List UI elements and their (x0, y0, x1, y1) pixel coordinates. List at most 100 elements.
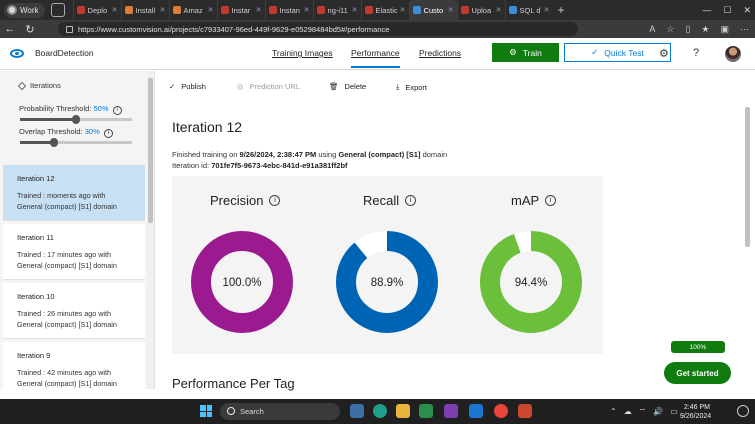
settings-gear-icon[interactable]: ⚙ (659, 47, 669, 60)
iterations-sidebar: Iterations Probability Threshold: 50% i … (0, 71, 155, 389)
windows-start-icon[interactable] (200, 405, 212, 417)
tab-favicon-icon (316, 6, 325, 14)
favorite-icon[interactable]: ☆ (666, 24, 674, 35)
quick-test-label: Quick Test (604, 47, 644, 58)
browser-tab[interactable]: ng-i11 ✕ (312, 0, 361, 20)
minimize-icon[interactable]: — (702, 5, 711, 15)
iteration-item[interactable]: Iteration 9 Trained : 42 minutes ago wit… (3, 342, 145, 389)
volume-icon[interactable]: 🔊 (653, 407, 663, 416)
lock-icon (66, 25, 73, 33)
iterations-header: Iterations (17, 81, 61, 90)
browser-tab[interactable]: Elastic ✕ (360, 0, 409, 20)
probability-threshold-slider[interactable] (20, 115, 132, 124)
collections-icon[interactable]: ▣ (720, 24, 729, 35)
edge-icon[interactable] (373, 404, 387, 418)
refresh-icon[interactable]: ↻ (20, 23, 40, 36)
info-icon[interactable]: i (112, 106, 122, 115)
notifications-icon[interactable] (737, 405, 749, 417)
check-icon: ✓ (169, 82, 176, 91)
iteration-item[interactable]: Iteration 10 Trained : 26 minutes ago wi… (3, 283, 145, 339)
slider-thumb[interactable] (49, 138, 58, 147)
wifi-icon[interactable]: ⌔ (639, 407, 647, 417)
browser-tab[interactable]: Uploa ✕ (456, 0, 505, 20)
info-icon[interactable]: i (269, 195, 281, 206)
tab-predictions[interactable]: Predictions (419, 48, 461, 58)
tab-close-icon[interactable]: ✕ (544, 6, 550, 14)
iteration-item[interactable]: Iteration 12 Trained : moments ago with … (3, 165, 145, 221)
tab-favicon-icon (412, 6, 421, 14)
tab-close-icon[interactable]: ✕ (160, 6, 166, 14)
main-scrollbar-thumb[interactable] (745, 107, 750, 247)
sidebar-scrollbar-thumb[interactable] (148, 78, 153, 223)
get-started-button[interactable]: Get started (664, 362, 731, 384)
export-button[interactable]: ⤓ Export (396, 82, 427, 92)
maximize-icon[interactable]: ☐ (723, 5, 731, 16)
tab-training-images[interactable]: Training Images (272, 48, 333, 58)
iteration-item[interactable]: Iteration 11 Trained : 17 minutes ago wi… (3, 224, 145, 280)
browser-tab[interactable]: SQL d ✕ (504, 0, 553, 20)
tab-close-icon[interactable]: ✕ (448, 6, 454, 14)
user-avatar[interactable] (725, 46, 741, 62)
browser-tab[interactable]: Amaz ✕ (168, 0, 217, 20)
browser-tab[interactable]: Deplo ✕ (72, 0, 121, 20)
powerpoint-icon[interactable] (518, 404, 532, 418)
help-icon[interactable]: ? (693, 47, 699, 59)
favorites-bar-icon[interactable]: ★ (701, 24, 709, 35)
tab-close-icon[interactable]: ✕ (304, 6, 310, 14)
tab-close-icon[interactable]: ✕ (352, 6, 358, 14)
browser-tab[interactable]: Instar ✕ (216, 0, 265, 20)
clock[interactable]: 2:46 PM 9/26/2024 (680, 403, 711, 421)
donut-value: 100.0% (222, 277, 261, 289)
cloud-icon[interactable]: ☁ (624, 407, 632, 416)
custom-vision-logo-icon[interactable] (10, 49, 24, 58)
precision-label: Precision i (210, 193, 281, 208)
info-icon[interactable]: i (405, 195, 417, 206)
main-scrollbar[interactable] (744, 101, 751, 389)
chrome-icon[interactable] (494, 404, 508, 418)
browser-tab[interactable]: Custo ✕ (408, 0, 457, 20)
outlook-icon[interactable] (469, 404, 483, 418)
slider-thumb[interactable] (72, 115, 80, 124)
info-icon[interactable]: i (103, 129, 113, 138)
taskbar-search[interactable]: Search (220, 403, 340, 420)
tab-close-icon[interactable]: ✕ (400, 6, 406, 14)
training-finished-text: Finished training on 9/26/2024, 2:38:47 … (172, 150, 447, 159)
file-explorer-icon[interactable] (396, 404, 410, 418)
browser-tab[interactable]: Install ✕ (120, 0, 169, 20)
iteration-domain: General (compact) [S1] domain (17, 320, 117, 329)
tab-close-icon[interactable]: ✕ (256, 6, 262, 14)
more-icon[interactable]: ⋯ (740, 24, 749, 35)
publish-button[interactable]: ✓ Publish (169, 82, 206, 91)
new-tab-icon[interactable]: + (558, 3, 565, 17)
url-field[interactable]: https://www.customvision.ai/projects/c79… (58, 22, 578, 36)
tab-close-icon[interactable]: ✕ (496, 6, 502, 14)
map-name: mAP (511, 193, 540, 208)
battery-icon[interactable]: ▭ (670, 407, 678, 416)
task-view-icon[interactable] (350, 404, 364, 418)
tab-close-icon[interactable]: ✕ (208, 6, 214, 14)
tab-actions-icon[interactable] (50, 3, 65, 17)
quick-test-button[interactable]: ✓ Quick Test (564, 43, 671, 62)
browser-tab-strip: Work Deplo ✕ Install ✕ Amaz ✕ Instar ✕ Instan ✕ ng… (0, 0, 755, 20)
tab-performance[interactable]: Performance (351, 48, 400, 68)
iteration-name: Iteration 9 (17, 351, 51, 360)
prediction-url-button[interactable]: ◎ Prediction URL (237, 82, 300, 91)
tab-label: Instar (231, 5, 251, 15)
sidebar-scrollbar[interactable] (147, 71, 154, 389)
iteration-name: Iteration 11 (17, 233, 54, 242)
back-icon[interactable]: ← (0, 23, 20, 35)
iteration-trained: Trained : 17 minutes ago with (17, 250, 112, 259)
browser-tab[interactable]: Instan ✕ (264, 0, 313, 20)
chevron-up-icon[interactable]: ⌃ (610, 407, 617, 416)
teams-icon[interactable] (444, 404, 458, 418)
profile-button[interactable]: Work (4, 2, 45, 18)
read-aloud-icon[interactable]: A (649, 24, 655, 34)
tab-close-icon[interactable]: ✕ (112, 6, 118, 14)
overlap-threshold-slider[interactable] (20, 138, 132, 147)
split-screen-icon[interactable]: ▯ (685, 24, 690, 35)
info-icon[interactable]: i (545, 195, 557, 206)
store-icon[interactable] (419, 404, 433, 418)
delete-button[interactable]: 🗑 Delete (329, 82, 366, 91)
train-button[interactable]: ⚙ Train (492, 43, 559, 62)
close-window-icon[interactable]: ✕ (743, 5, 751, 16)
